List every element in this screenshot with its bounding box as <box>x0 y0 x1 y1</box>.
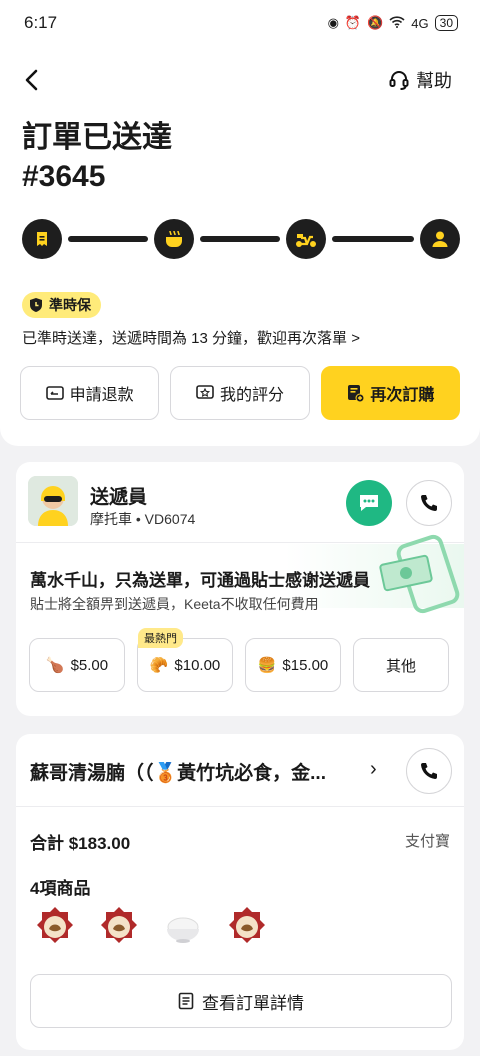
tip-amount: $10.00 <box>174 656 221 674</box>
refund-button[interactable]: 申請退款 <box>20 366 160 420</box>
help-button[interactable]: 幫助 <box>388 67 452 93</box>
refund-label: 申請退款 <box>69 387 134 404</box>
tip-option-10[interactable]: 最熱門 🥐 $10.00 <box>137 628 233 692</box>
item-thumbnails <box>32 904 270 950</box>
refund-icon <box>45 386 64 400</box>
payment-method: 支付寶 <box>404 833 450 850</box>
drumstick-icon: 🍗 <box>45 657 65 674</box>
call-store-button[interactable] <box>406 748 452 794</box>
items-count: 4項商品 <box>30 879 91 898</box>
back-button[interactable] <box>22 65 52 95</box>
call-courier-button[interactable] <box>406 480 452 526</box>
step-delivered <box>420 219 460 259</box>
store-card: 蘇哥清湯腩（（🥉黃竹坑必食，金... › 合計 $183.00 支付寶 4項商品… <box>16 734 464 1050</box>
view-details-label: 查看訂單詳情 <box>202 993 304 1013</box>
most-popular-tag: 最熱門 <box>138 628 183 648</box>
wifi-icon <box>389 15 405 31</box>
review-icon <box>196 385 214 399</box>
tip-option-other[interactable]: 其他 <box>353 638 449 692</box>
rice-bowl-icon <box>167 917 199 943</box>
step-receipt <box>22 219 62 259</box>
receipt-icon <box>37 232 47 246</box>
store-name[interactable]: 蘇哥清湯腩（（🥉黃竹坑必食，金... <box>30 758 370 785</box>
eye-icon: ◉ <box>327 15 339 30</box>
clock-shield-icon <box>30 298 42 312</box>
order-total: 合計 $183.00 <box>30 834 131 853</box>
review-button[interactable]: 我的評分 <box>170 366 310 420</box>
progress-bar-1 <box>68 236 148 242</box>
progress-bar-2 <box>200 236 280 242</box>
tip-option-5[interactable]: 🍗 $5.00 <box>29 638 125 692</box>
battery-icon: 30 <box>434 15 458 31</box>
step-delivering <box>286 219 326 259</box>
chat-icon <box>360 495 378 511</box>
courier-vehicle: 摩托車 • VD6074 <box>90 511 196 527</box>
status-icons: ◉ ⏰ 🔕 4G 30 <box>328 15 458 31</box>
brand-seal-icon <box>37 907 73 943</box>
reorder-label: 再次訂購 <box>370 387 435 404</box>
tip-title: 萬水千山，只為送單，可通過貼士感谢送遞員 <box>30 571 370 590</box>
tip-amount: 其他 <box>385 657 416 675</box>
help-label: 幫助 <box>416 71 452 91</box>
chevron-left-icon <box>25 69 38 91</box>
item-thumbnail <box>160 904 206 950</box>
reorder-icon <box>348 385 365 402</box>
scooter-icon <box>296 234 316 247</box>
order-header-panel: 6:17 ◉ ⏰ 🔕 4G 30 幫助 訂單已送達 #3645 準時保 已準時送… <box>0 0 480 446</box>
status-bar: 6:17 ◉ ⏰ 🔕 4G 30 <box>24 10 458 36</box>
tip-amount: $5.00 <box>70 656 109 674</box>
delivery-progress <box>22 219 460 261</box>
brand-seal-icon <box>229 907 265 943</box>
courier-title: 送遞員 <box>90 487 148 508</box>
item-thumbnail <box>224 904 270 950</box>
courier-card: 送遞員 摩托車 • VD6074 萬水千山，只為送單，可通過貼士感谢送遞員 貼士… <box>16 462 464 716</box>
mute-icon: 🔕 <box>367 15 384 30</box>
tip-amount: $15.00 <box>282 656 329 674</box>
food-icon <box>166 230 182 247</box>
item-thumbnail <box>32 904 78 950</box>
item-thumbnail <box>96 904 142 950</box>
ontime-label: 準時保 <box>49 297 91 313</box>
ontime-badge: 準時保 <box>22 292 101 318</box>
view-order-details-button[interactable]: 查看訂單詳情 <box>30 974 452 1028</box>
ontime-message[interactable]: 已準時送達，送遞時間為 13 分鐘，歡迎再次落單 > <box>22 327 360 348</box>
reorder-button[interactable]: 再次訂購 <box>320 366 460 420</box>
step-preparing <box>154 219 194 259</box>
order-status-title: 訂單已送達 <box>22 121 172 154</box>
phone-icon <box>421 763 437 779</box>
headset-icon <box>389 71 409 90</box>
tip-option-15[interactable]: 🍔 $15.00 <box>245 638 341 692</box>
tip-options: 🍗 $5.00 最熱門 🥐 $10.00 🍔 $15.00 其他 <box>29 628 449 692</box>
status-time: 6:17 <box>24 13 58 32</box>
phone-icon <box>421 495 437 511</box>
burger-icon: 🍔 <box>257 657 277 674</box>
list-icon <box>178 992 194 1010</box>
brand-seal-icon <box>101 907 137 943</box>
courier-avatar <box>28 476 78 526</box>
progress-bar-3 <box>332 236 414 242</box>
chat-courier-button[interactable] <box>346 480 392 526</box>
nav-bar: 幫助 <box>22 62 452 98</box>
user-icon <box>432 231 448 247</box>
order-actions: 申請退款 我的評分 再次訂購 <box>20 366 460 420</box>
store-divider <box>16 806 464 807</box>
tip-subtitle: 貼士將全額畀到送遞員，Keeta不收取任何費用 <box>30 596 319 612</box>
order-number: #3645 <box>22 160 106 193</box>
review-label: 我的評分 <box>219 387 284 404</box>
network-label: 4G <box>411 15 429 31</box>
chevron-right-icon[interactable]: › <box>370 758 377 781</box>
croissant-icon: 🥐 <box>149 657 169 674</box>
alarm-icon: ⏰ <box>344 15 362 30</box>
